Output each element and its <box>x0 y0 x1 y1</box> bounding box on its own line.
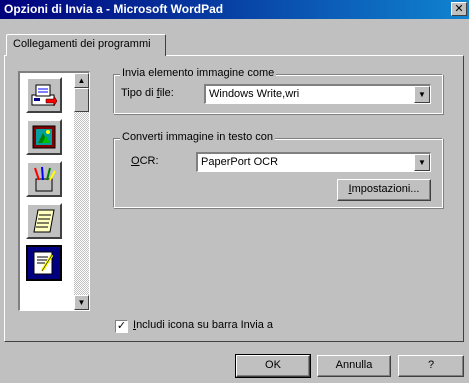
ok-button[interactable]: OK <box>235 354 311 378</box>
wordpad-document-icon <box>33 251 54 275</box>
image-format-group-title: Invia elemento immagine come <box>120 67 277 79</box>
ocr-value: PaperPort OCR <box>201 156 279 168</box>
include-icon-checkbox[interactable]: ✓ <box>115 320 128 333</box>
dialog-window: Opzioni di Invia a - Microsoft WordPad ✕… <box>0 0 469 383</box>
file-type-dropdown[interactable]: Windows Write,wri ▼ <box>204 84 431 104</box>
tab-label: Collegamenti dei programmi <box>13 38 151 50</box>
file-type-label: Tipo di file: <box>121 87 174 99</box>
scroll-thumb[interactable] <box>74 88 89 112</box>
ocr-dropdown[interactable]: PaperPort OCR ▼ <box>196 152 431 172</box>
list-item-fax[interactable] <box>26 77 62 113</box>
list-item-image-editor[interactable] <box>26 119 62 155</box>
close-button[interactable]: ✕ <box>451 2 467 16</box>
icon-column <box>20 73 75 310</box>
paint-tools-icon <box>34 166 56 192</box>
ocr-label: OCR: <box>131 155 159 167</box>
title-bar: Opzioni di Invia a - Microsoft WordPad ✕ <box>0 0 469 19</box>
notepad-icon <box>33 209 55 233</box>
help-button[interactable]: ? <box>398 355 464 377</box>
window-title: Opzioni di Invia a - Microsoft WordPad <box>4 2 224 16</box>
include-icon-label[interactable]: Includi icona su barra Invia a <box>133 319 273 331</box>
list-item-paint[interactable] <box>26 161 62 197</box>
fax-send-icon <box>31 84 58 107</box>
scroll-up-button[interactable]: ▲ <box>74 73 89 88</box>
list-item-wordpad[interactable] <box>26 245 62 281</box>
settings-button[interactable]: Impostazioni... <box>337 179 431 201</box>
image-editor-icon <box>32 125 56 149</box>
chevron-down-icon[interactable]: ▼ <box>414 86 430 103</box>
scroll-down-button[interactable]: ▼ <box>74 295 89 310</box>
ocr-group-title: Converti immagine in testo con <box>120 131 276 143</box>
icon-list-scrollbar[interactable]: ▲ ▼ <box>74 73 89 310</box>
cancel-button[interactable]: Annulla <box>317 355 391 377</box>
file-type-value: Windows Write,wri <box>209 88 300 100</box>
tab-program-links[interactable]: Collegamenti dei programmi <box>6 34 166 56</box>
chevron-down-icon[interactable]: ▼ <box>414 154 430 171</box>
list-item-notepad[interactable] <box>26 203 62 239</box>
program-icon-list[interactable]: ▲ ▼ <box>18 71 90 311</box>
